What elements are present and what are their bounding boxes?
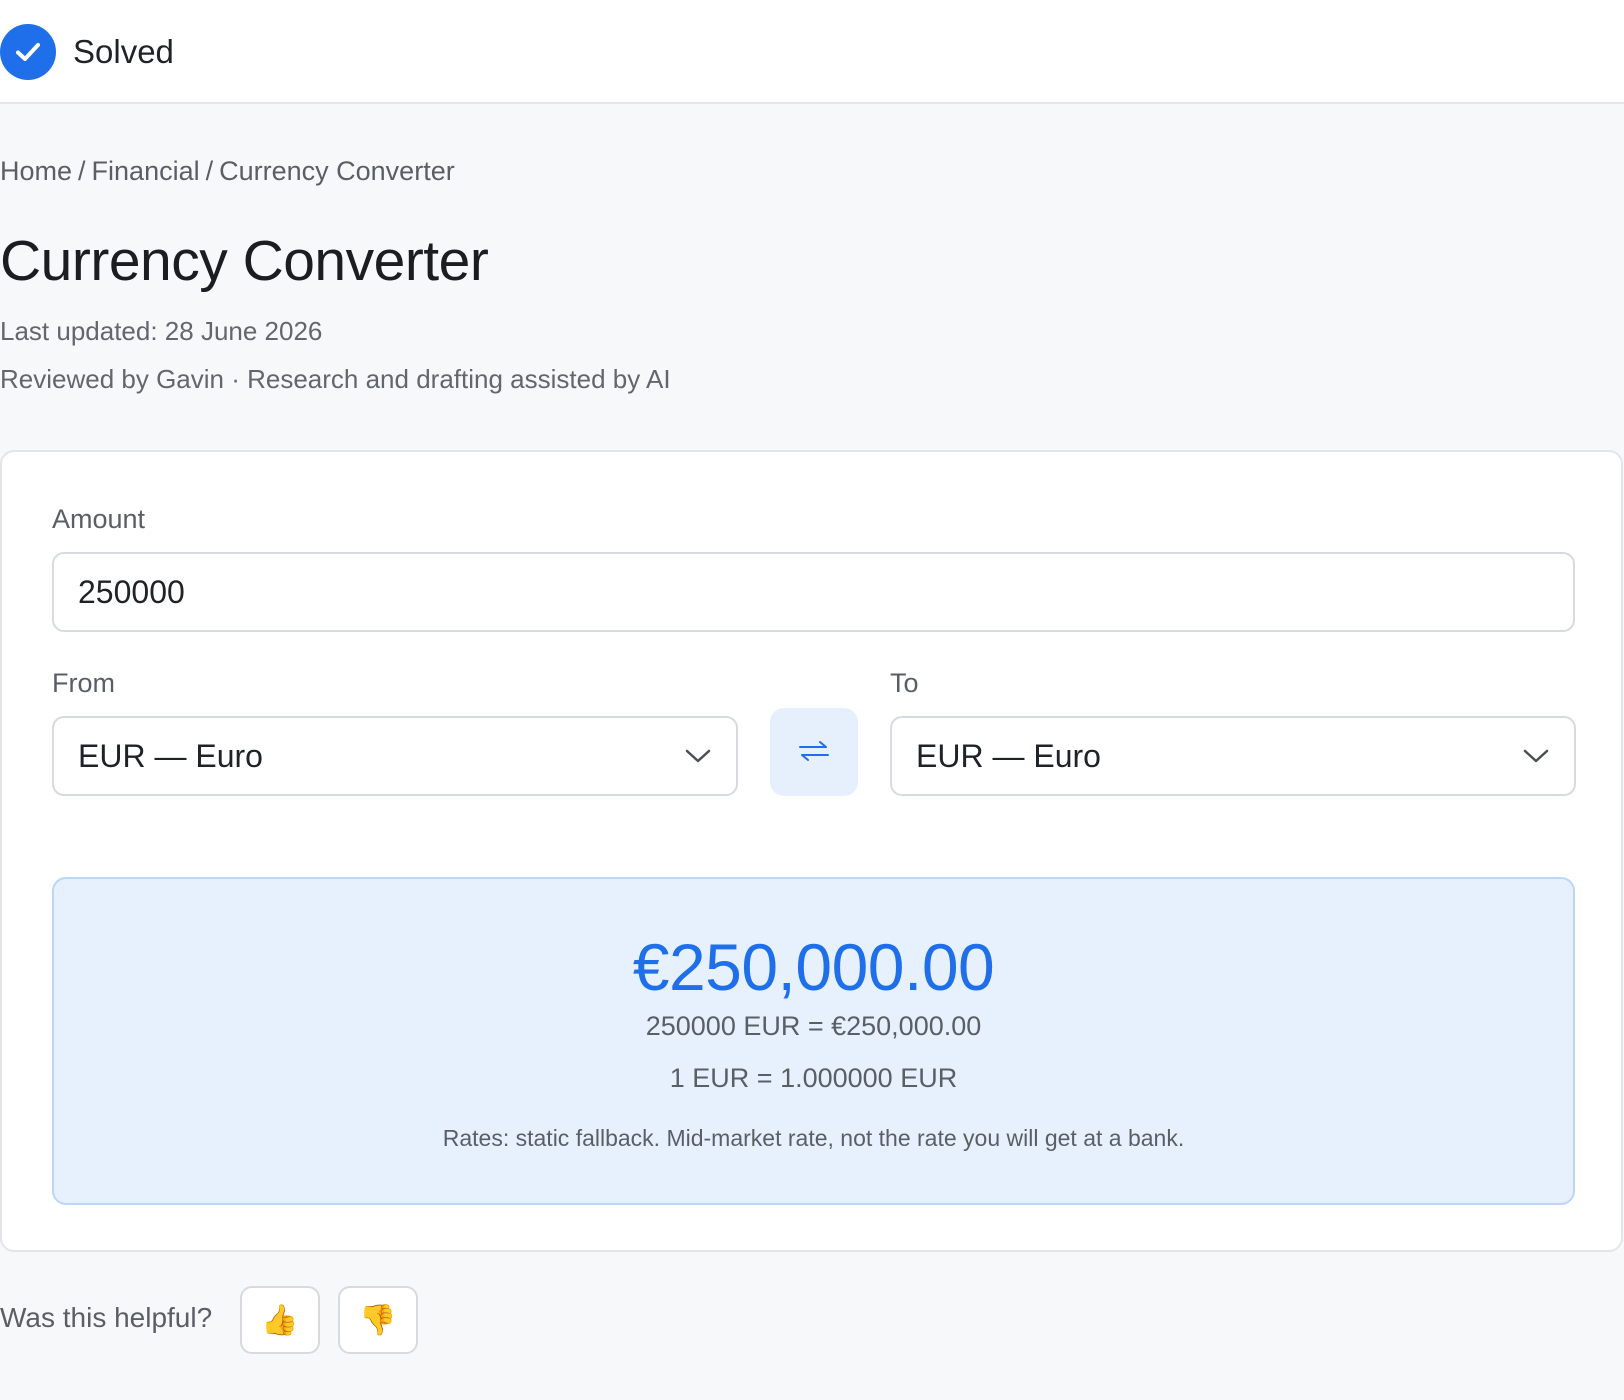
last-updated: Last updated: 28 June 2026: [0, 316, 323, 346]
thumbs-up-button[interactable]: 👍: [240, 1286, 320, 1354]
converter-card: Amount From EUR — Euro To EUR — Euro €25…: [0, 450, 1623, 1252]
thumbs-up-icon: 👍: [261, 1303, 299, 1337]
check-circle-icon: [0, 24, 56, 80]
from-label: From: [52, 668, 115, 698]
to-currency-select[interactable]: EUR — Euro: [890, 716, 1576, 796]
from-currency-value: EUR — Euro: [78, 737, 263, 774]
breadcrumb: Home / Financial / Currency Converter: [0, 156, 455, 187]
rates-note: Rates: static fallback. Mid-market rate,…: [442, 1125, 1185, 1151]
breadcrumb-separator: /: [205, 156, 214, 186]
thumbs-down-icon: 👎: [359, 1303, 397, 1337]
to-currency-value: EUR — Euro: [916, 737, 1101, 774]
chevron-down-icon: [1522, 742, 1550, 770]
page-title: Currency Converter: [0, 229, 489, 293]
converted-amount: €250,000.00: [632, 930, 995, 1004]
swap-currencies-button[interactable]: [770, 708, 858, 796]
solved-label: Solved: [73, 33, 174, 70]
chevron-down-icon: [684, 742, 712, 770]
swap-arrows-icon: [797, 739, 831, 766]
breadcrumb-separator: /: [78, 156, 86, 186]
amount-label: Amount: [52, 504, 146, 534]
result-panel: €250,000.00 250000 EUR = €250,000.00 1 E…: [52, 877, 1575, 1205]
amount-input[interactable]: [52, 552, 1575, 632]
to-label: To: [890, 668, 919, 698]
solved-status: Solved: [0, 24, 174, 80]
reviewed-by: Reviewed by Gavin · Research and draftin…: [0, 364, 671, 394]
exchange-rate: 1 EUR = 1.000000 EUR: [669, 1063, 958, 1093]
breadcrumb-financial[interactable]: Financial: [92, 156, 200, 186]
conversion-equation: 250000 EUR = €250,000.00: [645, 1011, 982, 1041]
breadcrumb-home[interactable]: Home: [0, 156, 72, 186]
top-bar: Solved: [0, 0, 1624, 104]
thumbs-down-button[interactable]: 👎: [338, 1286, 418, 1354]
breadcrumb-current: Currency Converter: [219, 156, 455, 186]
feedback-question: Was this helpful?: [0, 1302, 213, 1333]
from-currency-select[interactable]: EUR — Euro: [52, 716, 738, 796]
